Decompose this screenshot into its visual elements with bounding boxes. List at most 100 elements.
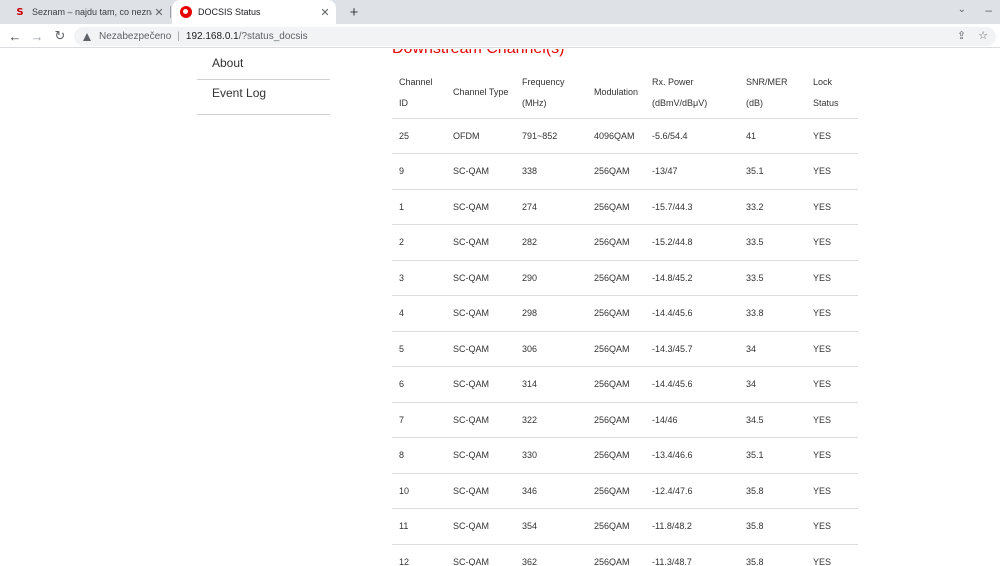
reload-icon[interactable]: ↻: [51, 27, 69, 45]
close-tab-icon[interactable]: ✕: [318, 6, 332, 19]
cell-snr-mer: 33.5: [739, 260, 806, 296]
close-tab-icon[interactable]: ✕: [152, 6, 166, 19]
cell-channel-id: 7: [392, 402, 446, 438]
cell-channel-id: 10: [392, 473, 446, 509]
cell-frequency: 314: [515, 366, 587, 403]
header-snr-mer: SNR/MER (dB): [739, 68, 806, 119]
cell-frequency: 298: [515, 295, 587, 332]
table-row: 3 SC-QAM 290 256QAM -14.8/45.2 33.5 YES: [392, 260, 858, 296]
address-bar[interactable]: Nezabezpečeno | 192.168.0.1 /?status_doc…: [74, 27, 996, 46]
security-label[interactable]: Nezabezpečeno: [99, 31, 171, 42]
cell-modulation: 256QAM: [587, 153, 645, 190]
cell-frequency: 362: [515, 544, 587, 566]
cell-snr-mer: 34.5: [739, 402, 806, 438]
cell-lock-status: YES: [806, 437, 858, 474]
vodafone-icon: [180, 6, 192, 18]
downstream-channels-table: Channel ID Channel Type Frequency (MHz) Mo…: [392, 68, 858, 566]
table-row: 9 SC-QAM 338 256QAM -13/47 35.1 YES: [392, 153, 858, 190]
cell-rx-power: -5.6/54.4: [645, 118, 739, 154]
cell-modulation: 256QAM: [587, 331, 645, 367]
cell-modulation: 256QAM: [587, 437, 645, 474]
cell-frequency: 354: [515, 508, 587, 545]
cell-lock-status: YES: [806, 153, 858, 190]
tab-seznam[interactable]: S Seznam – najdu tam, co neznám ✕: [8, 0, 170, 24]
table-header-row: Channel ID Channel Type Frequency (MHz) Mo…: [392, 68, 858, 119]
cell-snr-mer: 34: [739, 366, 806, 403]
share-icon[interactable]: ⇪: [957, 29, 966, 42]
cell-rx-power: -13/47: [645, 153, 739, 190]
url-path[interactable]: /?status_docsis: [239, 31, 308, 42]
cell-channel-id: 6: [392, 366, 446, 403]
cell-frequency: 330: [515, 437, 587, 474]
sidebar-item-about[interactable]: About: [197, 49, 330, 80]
cell-frequency: 290: [515, 260, 587, 296]
cell-channel-type: SC-QAM: [446, 295, 515, 332]
cell-modulation: 4096QAM: [587, 118, 645, 154]
cell-modulation: 256QAM: [587, 224, 645, 261]
cell-snr-mer: 33.8: [739, 295, 806, 332]
cell-channel-type: OFDM: [446, 118, 515, 154]
url-host[interactable]: 192.168.0.1: [186, 31, 239, 42]
cell-frequency: 791~852: [515, 118, 587, 154]
cell-lock-status: YES: [806, 508, 858, 545]
header-lock-status: Lock Status: [806, 68, 858, 119]
cell-channel-type: SC-QAM: [446, 473, 515, 509]
cell-frequency: 322: [515, 402, 587, 438]
tab-search-icon[interactable]: ⌄: [958, 4, 966, 15]
sidebar-item-event-log[interactable]: Event Log: [197, 80, 330, 115]
new-tab-button[interactable]: +: [345, 2, 363, 22]
cell-snr-mer: 35.1: [739, 437, 806, 474]
cell-rx-power: -15.2/44.8: [645, 224, 739, 261]
cell-channel-type: SC-QAM: [446, 260, 515, 296]
table-row: 10 SC-QAM 346 256QAM -12.4/47.6 35.8 YES: [392, 473, 858, 509]
cell-channel-id: 8: [392, 437, 446, 474]
cell-channel-id: 12: [392, 544, 446, 566]
table-row: 1 SC-QAM 274 256QAM -15.7/44.3 33.2 YES: [392, 189, 858, 225]
table-row: 11 SC-QAM 354 256QAM -11.8/48.2 35.8 YES: [392, 508, 858, 545]
cell-channel-id: 2: [392, 224, 446, 261]
cell-channel-type: SC-QAM: [446, 544, 515, 566]
table-row: 12 SC-QAM 362 256QAM -11.3/48.7 35.8 YES: [392, 544, 858, 566]
cell-channel-id: 11: [392, 508, 446, 545]
cell-lock-status: YES: [806, 473, 858, 509]
cell-channel-id: 3: [392, 260, 446, 296]
cell-modulation: 256QAM: [587, 366, 645, 403]
cell-modulation: 256QAM: [587, 189, 645, 225]
cell-channel-type: SC-QAM: [446, 366, 515, 403]
bookmark-star-icon[interactable]: ☆: [978, 29, 988, 42]
cell-rx-power: -15.7/44.3: [645, 189, 739, 225]
table-row: 5 SC-QAM 306 256QAM -14.3/45.7 34 YES: [392, 331, 858, 367]
tab-strip: S Seznam – najdu tam, co neznám ✕ DOCSIS…: [0, 0, 1000, 24]
cell-channel-id: 4: [392, 295, 446, 332]
header-rx-power: Rx. Power (dBmV/dBμV): [645, 68, 739, 119]
sidebar-menu: About Event Log: [197, 49, 330, 115]
cell-rx-power: -14/46: [645, 402, 739, 438]
seznam-s-icon: S: [16, 6, 24, 18]
table-row: 7 SC-QAM 322 256QAM -14/46 34.5 YES: [392, 402, 858, 438]
section-heading: Downstream Channel(s): [392, 49, 565, 58]
back-arrow-icon[interactable]: ←: [6, 27, 24, 45]
tab-docsis-status[interactable]: DOCSIS Status ✕: [172, 0, 336, 24]
cell-frequency: 282: [515, 224, 587, 261]
address-separator: |: [177, 31, 180, 42]
table-row: 8 SC-QAM 330 256QAM -13.4/46.6 35.1 YES: [392, 437, 858, 474]
cell-frequency: 346: [515, 473, 587, 509]
cell-channel-id: 5: [392, 331, 446, 367]
cell-rx-power: -14.3/45.7: [645, 331, 739, 367]
cell-modulation: 256QAM: [587, 295, 645, 332]
table-row: 4 SC-QAM 298 256QAM -14.4/45.6 33.8 YES: [392, 295, 858, 332]
forward-arrow-icon[interactable]: →: [28, 27, 46, 45]
cell-lock-status: YES: [806, 295, 858, 332]
cell-frequency: 274: [515, 189, 587, 225]
not-secure-warning-icon[interactable]: [83, 32, 91, 41]
cell-rx-power: -14.8/45.2: [645, 260, 739, 296]
cell-snr-mer: 34: [739, 331, 806, 367]
window-minimize-icon[interactable]: –: [985, 3, 992, 17]
cell-lock-status: YES: [806, 260, 858, 296]
header-channel-id: Channel ID: [392, 68, 446, 119]
tab-title: Seznam – najdu tam, co neznám: [32, 7, 152, 17]
table-row: 2 SC-QAM 282 256QAM -15.2/44.8 33.5 YES: [392, 224, 858, 261]
cell-frequency: 338: [515, 153, 587, 190]
cell-lock-status: YES: [806, 402, 858, 438]
cell-modulation: 256QAM: [587, 402, 645, 438]
